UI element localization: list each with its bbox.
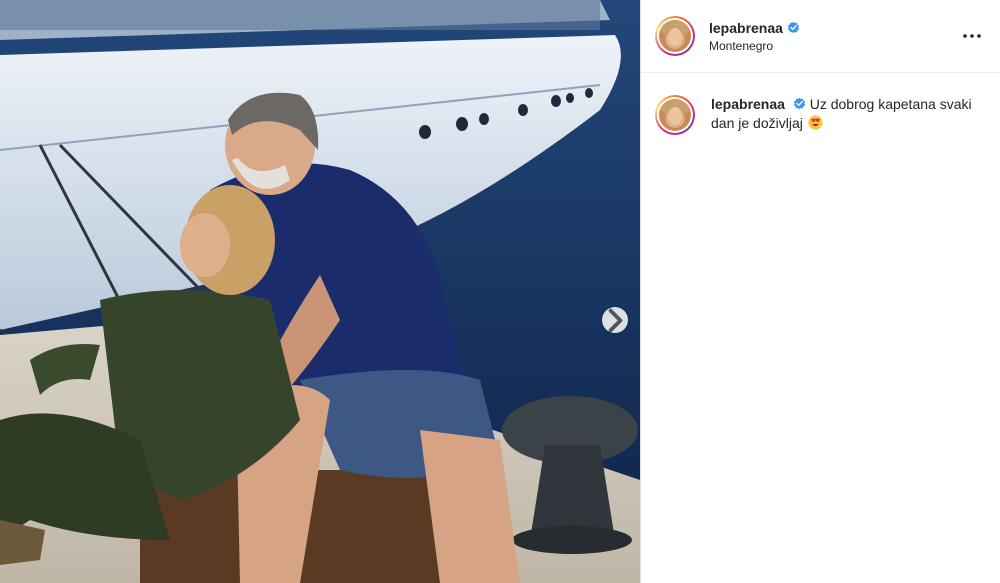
more-options-button[interactable]: [960, 26, 984, 46]
instagram-post: lepabrenaa Montenegro lepabrenaa Uz dobr…: [0, 0, 1000, 583]
caption-body: lepabrenaa Uz dobrog kapetana svaki dan …: [711, 95, 981, 135]
author-avatar[interactable]: [655, 16, 695, 56]
author-username[interactable]: lepabrenaa: [709, 20, 783, 36]
avatar-image: [659, 99, 691, 131]
caption-avatar[interactable]: [655, 95, 695, 135]
post-caption: lepabrenaa Uz dobrog kapetana svaki dan …: [641, 73, 1000, 135]
avatar-image: [659, 20, 691, 52]
photo-scene: [0, 0, 640, 583]
post-location[interactable]: Montenegro: [709, 39, 800, 53]
post-photo[interactable]: [0, 0, 640, 583]
post-sidebar: lepabrenaa Montenegro lepabrenaa Uz dobr…: [640, 0, 1000, 583]
heart-eyes-emoji-icon: [808, 115, 823, 130]
verified-badge-icon: [787, 21, 799, 34]
verified-badge-icon: [793, 97, 805, 110]
caption-username[interactable]: lepabrenaa: [711, 96, 785, 112]
next-photo-button[interactable]: [602, 307, 628, 333]
post-header: lepabrenaa Montenegro: [641, 0, 1000, 73]
more-horizontal-icon: [963, 34, 981, 38]
chevron-right-icon: [608, 308, 623, 332]
